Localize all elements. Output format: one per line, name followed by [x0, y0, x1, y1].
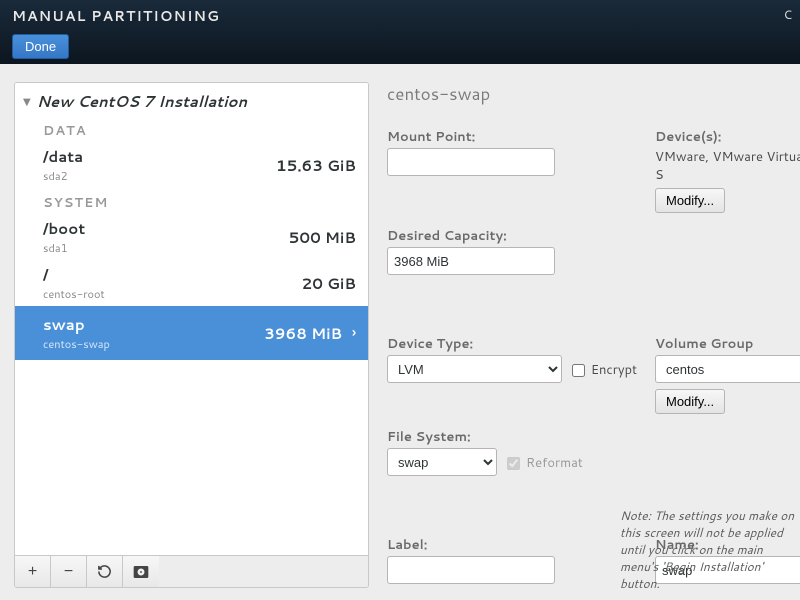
section-data: DATA: [15, 116, 368, 142]
mount-size: 3968 MiB: [252, 323, 342, 344]
detail-title: centos-swap: [387, 82, 800, 106]
partition-detail-pane: centos-swap Mount Point: Device(s): VMwa…: [369, 64, 800, 600]
label-label: Label:: [387, 536, 637, 554]
remove-partition-button[interactable]: −: [51, 556, 87, 587]
disk-summary-button[interactable]: [123, 556, 159, 587]
modify-devices-button[interactable]: Modify...: [655, 188, 725, 213]
label-mount-point: Mount Point:: [387, 128, 637, 146]
main-area: ▼ New CentOS 7 Installation DATA /data s…: [0, 64, 800, 600]
volume-group-select[interactable]: centos: [655, 355, 800, 383]
reformat-checkbox: [507, 457, 520, 470]
label-devices: Device(s):: [655, 128, 800, 146]
partition-toolbar: + −: [15, 555, 368, 587]
mount-name: /data: [43, 146, 266, 167]
reformat-label: Reformat: [526, 454, 583, 472]
label-volume-group: Volume Group: [655, 335, 800, 353]
mount-row-swap[interactable]: swap centos-swap 3968 MiB ›: [15, 306, 368, 360]
minus-icon: −: [64, 563, 73, 581]
triangle-down-icon: ▼: [23, 95, 31, 109]
mount-device: sda2: [43, 168, 266, 184]
section-system: SYSTEM: [15, 188, 368, 214]
settings-note: Note: The settings you make on this scre…: [620, 507, 800, 592]
encrypt-checkbox[interactable]: [572, 364, 585, 377]
disk-icon: [133, 565, 149, 579]
add-partition-button[interactable]: +: [15, 556, 51, 587]
lang-line1: C: [783, 6, 792, 23]
mount-name: /boot: [43, 218, 266, 239]
label-device-type: Device Type:: [387, 335, 637, 353]
mount-device: sda1: [43, 240, 266, 256]
label-capacity: Desired Capacity:: [387, 227, 637, 245]
plus-icon: +: [28, 563, 37, 581]
modify-vg-button[interactable]: Modify...: [655, 389, 725, 414]
install-title: New CentOS 7 Installation: [37, 91, 247, 112]
encrypt-label: Encrypt: [591, 361, 637, 379]
mount-size: 500 MiB: [266, 227, 356, 248]
desired-capacity-input[interactable]: [387, 247, 555, 275]
done-button[interactable]: Done: [12, 34, 69, 59]
label-filesystem: File System:: [387, 428, 637, 446]
device-text: VMware, VMware Virtual S: [655, 148, 800, 184]
mount-name: swap: [43, 314, 252, 335]
device-type-select[interactable]: LVM: [387, 355, 562, 383]
page-title: MANUAL PARTITIONING: [12, 6, 788, 26]
mount-name: /: [43, 264, 266, 285]
partition-list: ▼ New CentOS 7 Installation DATA /data s…: [15, 83, 368, 555]
label-input[interactable]: [387, 556, 555, 584]
filesystem-select[interactable]: swap: [387, 448, 497, 476]
header-bar: MANUAL PARTITIONING Done C: [0, 0, 800, 64]
mount-row-root[interactable]: / centos-root 20 GiB: [15, 260, 368, 306]
mount-point-input[interactable]: [387, 148, 555, 176]
mount-size: 15.63 GiB: [266, 155, 356, 176]
mount-row-data[interactable]: /data sda2 15.63 GiB: [15, 142, 368, 188]
header-right: C: [783, 6, 792, 23]
partition-list-pane: ▼ New CentOS 7 Installation DATA /data s…: [14, 82, 369, 588]
reload-button[interactable]: [87, 556, 123, 587]
install-expander[interactable]: ▼ New CentOS 7 Installation: [15, 83, 368, 116]
mount-device: centos-root: [43, 286, 266, 302]
reload-icon: [97, 564, 112, 579]
mount-row-boot[interactable]: /boot sda1 500 MiB: [15, 214, 368, 260]
mount-device: centos-swap: [43, 336, 252, 352]
chevron-right-icon: ›: [352, 324, 356, 342]
mount-size: 20 GiB: [266, 273, 356, 294]
